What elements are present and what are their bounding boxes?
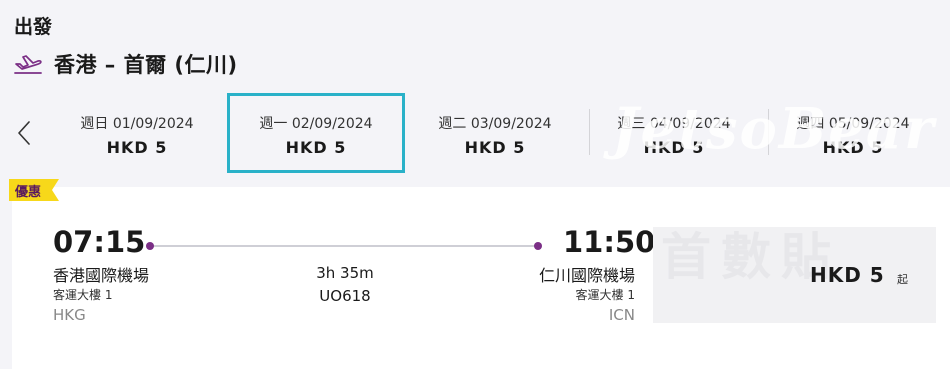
departure-code: HKG [53,306,86,324]
arrival-code: ICN [608,306,635,324]
price-suffix: 起 [897,273,908,286]
date-tab-4[interactable]: 週四 05/09/2024 HKD 5 [764,93,942,173]
date-price: HKD 5 [106,138,168,157]
flight-duration: 3h 35m [316,264,374,282]
date-tab-1[interactable]: 週一 02/09/2024 HKD 5 [227,93,405,173]
arrival-dot [534,242,542,250]
date-price: HKD 5 [643,138,705,157]
date-label: 週四 05/09/2024 [796,116,910,132]
chevron-left-icon[interactable] [14,119,36,147]
arrival-airport: 仁川國際機場 [538,266,635,285]
date-label: 週一 02/09/2024 [259,116,373,132]
arrival-terminal: 客運大樓 1 [575,288,635,302]
date-selector: 週日 01/09/2024 HKD 5 週一 02/09/2024 HKD 5 … [0,93,950,173]
flight-timeline [146,241,542,251]
date-tab-3[interactable]: 週三 04/09/2024 HKD 5 [585,93,763,173]
departure-airport: 香港國際機場 [53,266,150,285]
promo-badge: 優惠 [9,179,59,201]
date-tab-2[interactable]: 週二 03/09/2024 HKD 5 [406,93,584,173]
date-tab-0[interactable]: 週日 01/09/2024 HKD 5 [48,93,226,173]
price-value: HKD 5 [810,263,885,287]
date-label: 週三 04/09/2024 [617,116,731,132]
route-title: 香港 – 首爾 (仁川) [54,53,238,77]
section-title: 出發 [14,16,53,38]
flight-header: 出發 香港 – 首爾 (仁川) [14,14,238,79]
timeline-line [150,245,538,247]
route-row: 香港 – 首爾 (仁川) [14,49,238,79]
arrival-time: 11:50 [563,225,656,259]
plane-takeoff-icon [14,53,42,75]
date-price: HKD 5 [464,138,526,157]
date-label: 週二 03/09/2024 [438,116,552,132]
date-label: 週日 01/09/2024 [80,116,194,132]
flight-number: UO618 [319,287,371,305]
departure-terminal: 客運大樓 1 [53,288,113,302]
departure-time: 07:15 [53,225,146,259]
date-price: HKD 5 [822,138,884,157]
departure-dot [146,242,154,250]
date-price: HKD 5 [285,138,347,157]
price-button[interactable]: 首數貼 HKD 5 起 [653,227,936,323]
